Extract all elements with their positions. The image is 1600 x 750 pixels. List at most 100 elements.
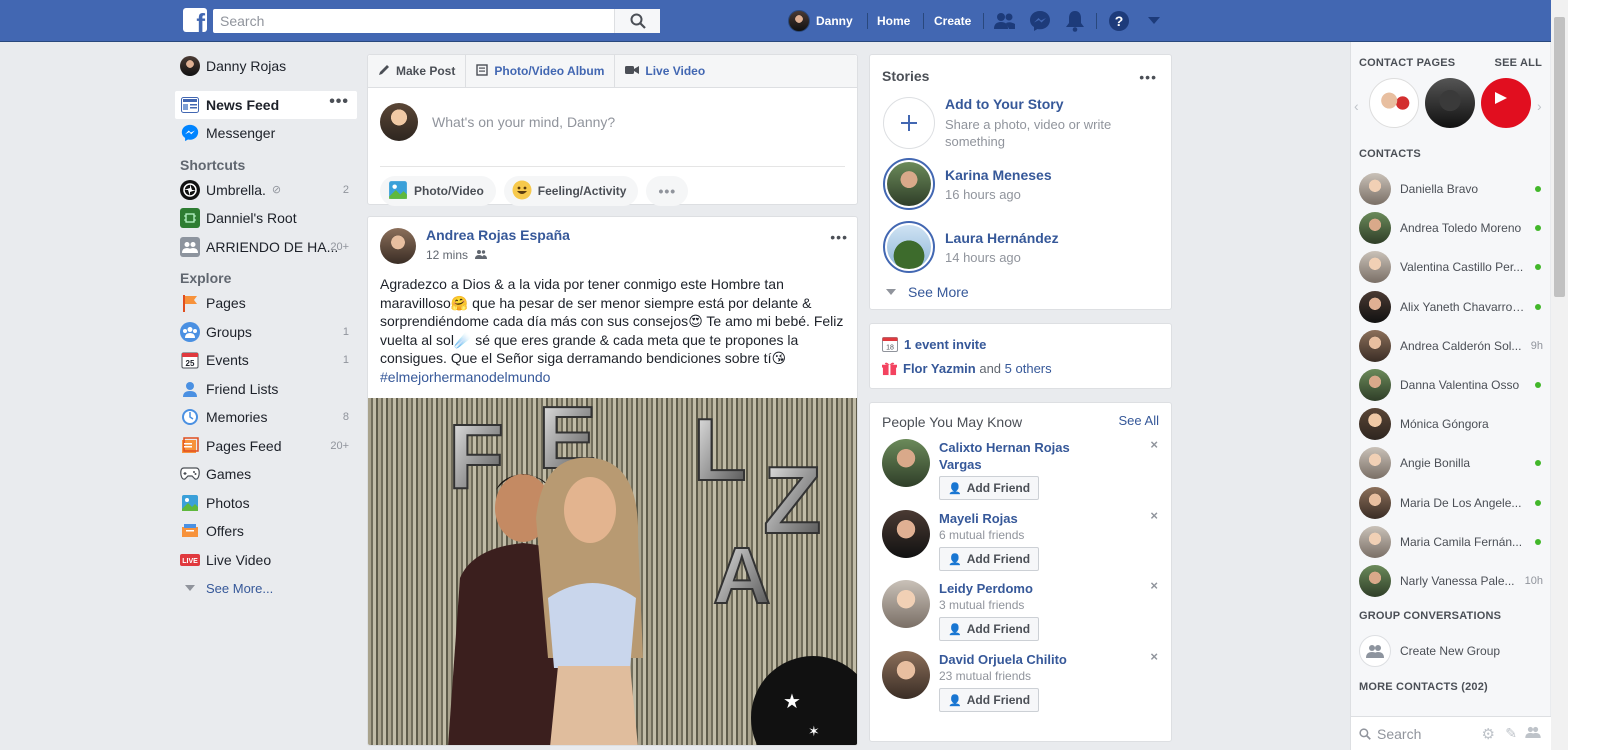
event-invite-row[interactable]: 18 1 event invite <box>882 336 986 352</box>
page-scrollbar[interactable] <box>1551 0 1568 750</box>
post-photo[interactable]: F E L Z A ★ ✶ <box>368 398 857 745</box>
sidebar-item-events[interactable]: 25 Events 1 <box>175 346 357 375</box>
online-indicator <box>1535 225 1541 231</box>
svg-text:A: A <box>713 531 771 620</box>
sidebar-item-messenger[interactable]: Messenger <box>175 119 357 148</box>
compose-icon[interactable]: ✎ <box>1505 725 1517 742</box>
pymk-name[interactable]: Mayeli Rojas <box>939 510 1109 527</box>
contact-page-avatar[interactable] <box>1481 78 1531 128</box>
contact-item[interactable]: Narly Vanessa Pale... 10h <box>1359 564 1545 598</box>
home-link[interactable]: Home <box>877 0 910 42</box>
sidebar-item-live-video[interactable]: LIVE Live Video <box>175 546 357 575</box>
contact-item[interactable]: Alix Yaneth Chavarro ... <box>1359 290 1545 324</box>
chat-search-input[interactable] <box>1377 725 1477 742</box>
avatar[interactable] <box>882 651 930 699</box>
post-author[interactable]: Andrea Rojas España <box>426 227 570 243</box>
hashtag-link[interactable]: #elmejorhermanodelmundo <box>380 369 550 385</box>
friend-requests-icon[interactable] <box>993 9 1017 33</box>
story-item[interactable]: Laura Hernández 14 hours ago <box>883 221 1059 273</box>
account-menu-chevron-icon[interactable] <box>1142 9 1166 33</box>
add-friend-button[interactable]: 👤 Add Friend <box>939 476 1040 500</box>
sidebar-item-news-feed[interactable]: News Feed ••• <box>175 90 357 119</box>
new-group-icon[interactable] <box>1525 726 1541 741</box>
sidebar-item-arriendo[interactable]: ARRIENDO DE HA... 20+ <box>175 233 357 262</box>
profile-link[interactable]: Danny <box>788 0 853 42</box>
avatar[interactable] <box>380 228 416 264</box>
stories-options-icon[interactable]: ••• <box>1139 69 1157 85</box>
contact-item[interactable]: Andrea Toledo Moreno <box>1359 211 1545 245</box>
post-options-icon[interactable]: ••• <box>830 229 848 245</box>
more-contacts-heading[interactable]: MORE CONTACTS (202) <box>1359 681 1488 693</box>
facebook-logo-icon[interactable]: f <box>183 8 207 32</box>
more-options-button[interactable]: ••• <box>646 176 689 206</box>
pymk-name[interactable]: David Orjuela Chilito <box>939 651 1109 668</box>
post-timestamp[interactable]: 12 mins <box>426 248 570 262</box>
stories-see-more[interactable]: See More <box>886 284 969 300</box>
sidebar-item-pages-feed[interactable]: Pages Feed 20+ <box>175 432 357 461</box>
add-to-story[interactable]: Add to Your Story Share a photo, video o… <box>883 96 1130 150</box>
contact-page-avatar[interactable] <box>1369 78 1419 128</box>
close-icon[interactable]: × <box>1150 649 1158 664</box>
chevron-left-icon[interactable]: ‹ <box>1354 98 1359 114</box>
sidebar-item-memories[interactable]: Memories 8 <box>175 403 357 432</box>
contact-item[interactable]: Daniella Bravo <box>1359 172 1545 206</box>
tab-make-post[interactable]: Make Post <box>368 54 467 88</box>
see-all-link[interactable]: SEE ALL <box>1495 57 1542 69</box>
contact-item[interactable]: Maria Camila Fernán... <box>1359 525 1545 559</box>
stories-panel: Stories ••• Add to Your Story Share a ph… <box>869 54 1172 310</box>
sidebar-item-photos[interactable]: Photos <box>175 489 357 518</box>
add-friend-button[interactable]: 👤 Add Friend <box>939 617 1040 641</box>
add-friend-button[interactable]: 👤 Add Friend <box>939 547 1040 571</box>
sidebar-item-danniels-root[interactable]: Danniel's Root <box>175 204 357 233</box>
sidebar-item-profile[interactable]: Danny Rojas <box>175 52 357 81</box>
sidebar-item-pages[interactable]: Pages <box>175 289 357 318</box>
avatar[interactable] <box>882 580 930 628</box>
story-ring <box>883 221 935 273</box>
tab-photo-video-album[interactable]: Photo/Video Album <box>466 54 616 88</box>
add-friend-button[interactable]: 👤 Add Friend <box>939 688 1040 712</box>
sidebar-item-groups[interactable]: Groups 1 <box>175 318 357 347</box>
notifications-bell-icon[interactable] <box>1063 9 1087 33</box>
help-icon[interactable]: ? <box>1107 9 1131 33</box>
search-input[interactable] <box>214 11 614 31</box>
contact-page-avatar[interactable] <box>1425 78 1475 128</box>
contact-item[interactable]: Danna Valentina Osso <box>1359 368 1545 402</box>
see-more-link[interactable]: See More... <box>175 574 357 603</box>
photo-illustration: F E L Z A ★ ✶ <box>368 398 857 745</box>
messenger-icon[interactable] <box>1028 9 1052 33</box>
sidebar-item-offers[interactable]: Offers <box>175 517 357 546</box>
search-button[interactable] <box>614 9 660 33</box>
pymk-name[interactable]: Leidy Perdomo <box>939 580 1109 597</box>
avatar[interactable] <box>882 510 930 558</box>
hidden-eye-icon: ⊘ <box>271 184 282 197</box>
gear-icon[interactable]: ⚙ <box>1482 725 1495 743</box>
close-icon[interactable]: × <box>1150 508 1158 523</box>
composer-input-area[interactable]: What's on your mind, Danny? <box>368 88 857 155</box>
more-options-icon[interactable]: ••• <box>329 93 349 111</box>
avatar[interactable] <box>882 439 930 487</box>
tab-live-video[interactable]: Live Video <box>615 55 715 88</box>
chevron-right-icon[interactable]: › <box>1537 98 1542 114</box>
story-item[interactable]: Karina Meneses 16 hours ago <box>883 158 1052 210</box>
create-link[interactable]: Create <box>934 0 971 42</box>
contact-item[interactable]: Maria De Los Angele... <box>1359 486 1545 520</box>
scrollbar-thumb[interactable] <box>1554 17 1565 297</box>
photo-video-button[interactable]: Photo/Video <box>380 176 496 206</box>
avatar <box>788 10 810 32</box>
contact-item[interactable]: Andrea Calderón Sol... 9h <box>1359 329 1545 363</box>
contact-item[interactable]: Mónica Góngora <box>1359 407 1545 441</box>
close-icon[interactable]: × <box>1150 437 1158 452</box>
pymk-see-all[interactable]: See All <box>1119 413 1159 428</box>
kiss-emoji-icon: 😘 <box>771 350 787 367</box>
sidebar-item-umbrella[interactable]: Umbrella. ⊘ 2 <box>175 176 357 205</box>
sidebar-item-friend-lists[interactable]: Friend Lists <box>175 375 357 404</box>
create-new-group[interactable]: Create New Group <box>1359 634 1545 668</box>
pymk-name[interactable]: Calixto Hernan Rojas Vargas <box>939 439 1109 473</box>
sidebar-item-games[interactable]: Games <box>175 460 357 489</box>
close-icon[interactable]: × <box>1150 578 1158 593</box>
contact-item[interactable]: Angie Bonilla <box>1359 446 1545 480</box>
feeling-activity-button[interactable]: Feeling/Activity <box>503 176 639 206</box>
birthday-row[interactable]: Flor Yazmin and 5 others <box>882 361 1052 376</box>
contact-item[interactable]: Valentina Castillo Per... <box>1359 250 1545 284</box>
contact-name: Daniella Bravo <box>1400 182 1479 196</box>
